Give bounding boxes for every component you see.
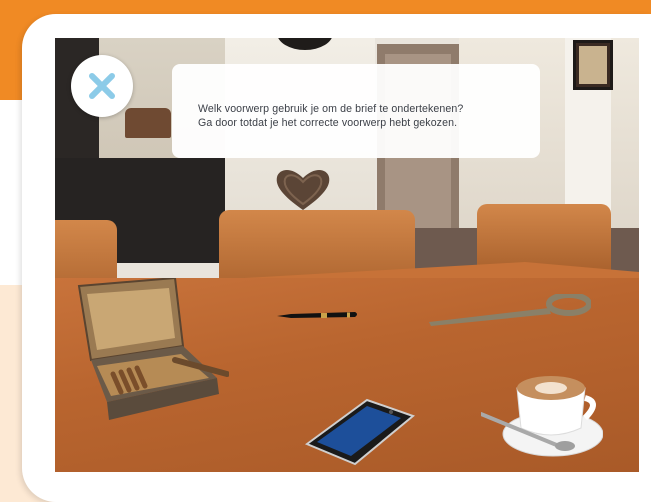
pen[interactable]: [277, 310, 359, 320]
close-icon: [89, 73, 115, 99]
key[interactable]: [429, 294, 591, 326]
wall-picture-art: [579, 46, 607, 84]
cappuccino-cup[interactable]: [481, 372, 603, 460]
close-button[interactable]: [71, 55, 133, 117]
cigar-box[interactable]: [77, 278, 229, 423]
instruction-line-2: Ga door totdat je het correcte voorwerp …: [198, 117, 458, 129]
instruction-dialog: Welk voorwerp gebruik je om de brief te …: [172, 64, 540, 158]
smartphone[interactable]: [303, 398, 415, 468]
plant-basket: [125, 108, 171, 138]
heart-decoration: [276, 169, 330, 210]
instruction-line-1: Welk voorwerp gebruik je om de brief te …: [198, 103, 464, 115]
